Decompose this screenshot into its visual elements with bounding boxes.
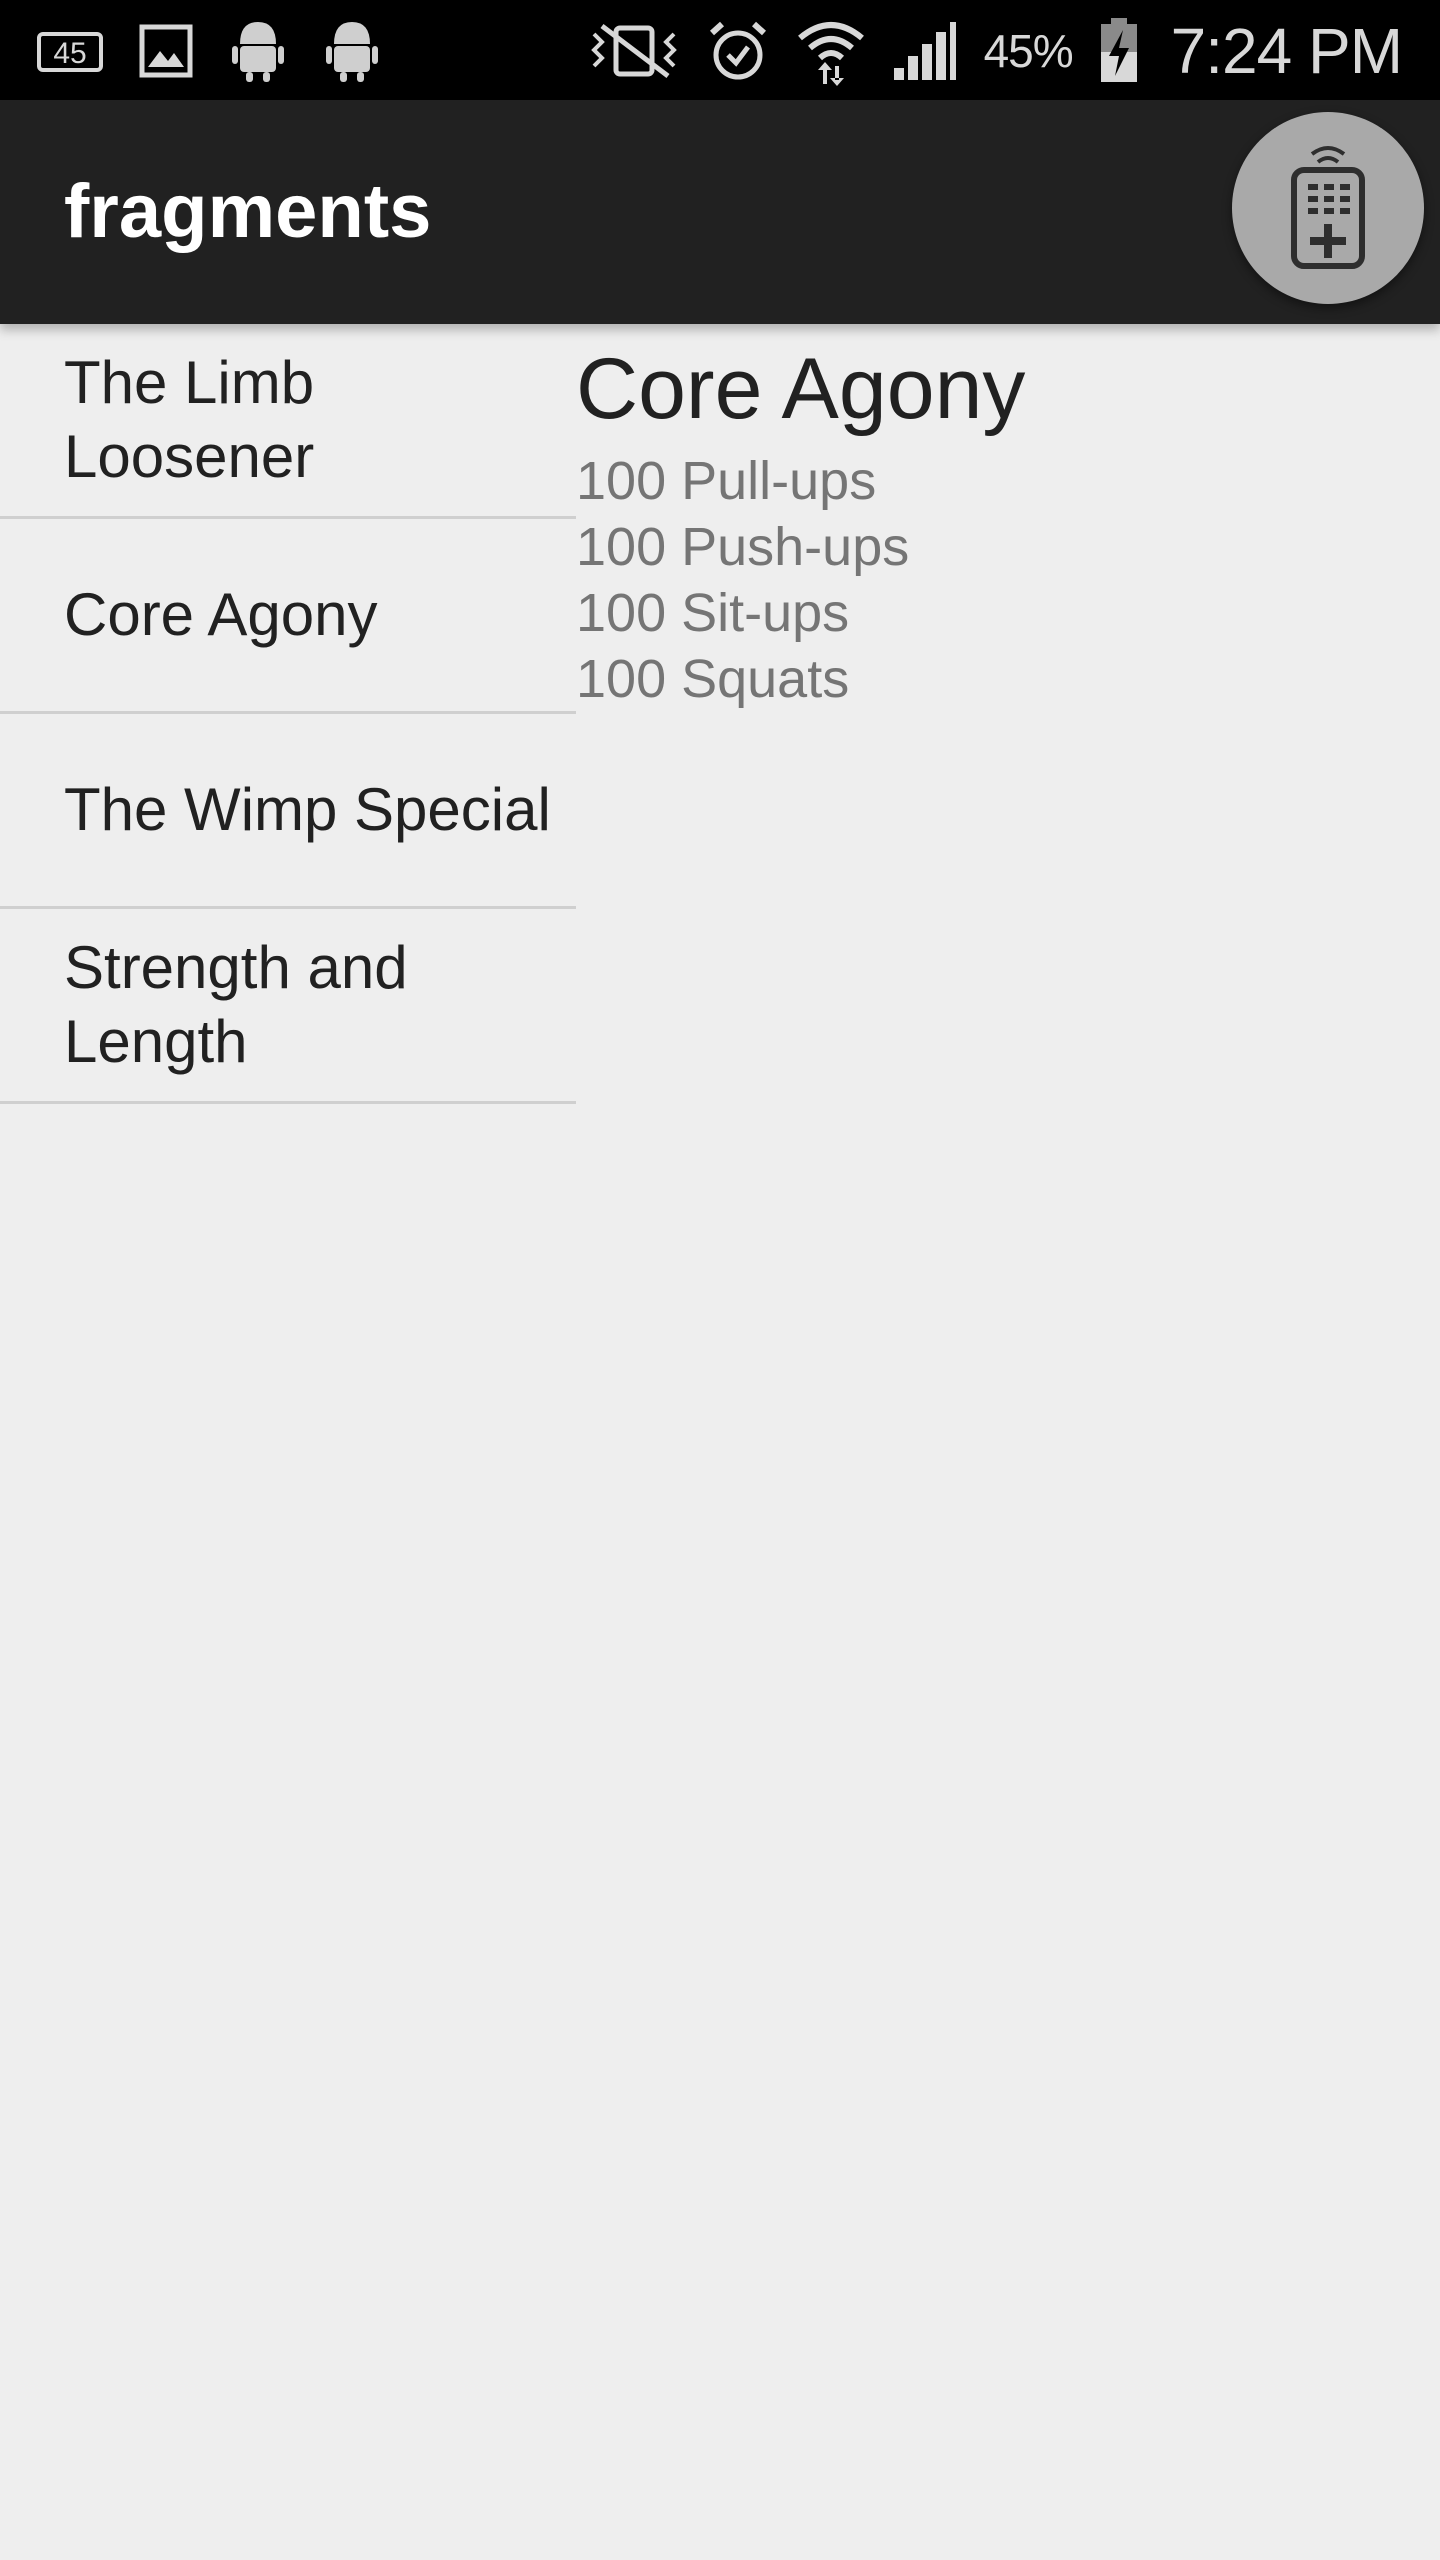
battery-percent: 45% — [983, 25, 1074, 77]
list-item-label: The Wimp Special — [64, 776, 551, 843]
app-title: fragments — [64, 169, 432, 254]
list-item[interactable]: The Limb Loosener — [0, 324, 576, 519]
status-time: 7:24 PM — [1170, 15, 1403, 87]
exercise-line: 100 Squats — [576, 649, 850, 709]
workout-list: The Limb Loosener Core Agony The Wimp Sp… — [0, 324, 576, 1104]
list-item[interactable]: Core Agony — [0, 519, 576, 714]
system-icons: 45% 7:24 PM — [588, 12, 1403, 90]
signal-icon — [892, 20, 958, 82]
list-item[interactable]: Strength and Length — [0, 909, 576, 1104]
wifi-icon — [796, 16, 866, 86]
list-item-label: Strength and Length — [64, 934, 408, 1075]
detail-title: Core Agony — [576, 341, 1026, 437]
app-bar: fragments — [0, 100, 1440, 324]
notification-45-icon: 45 — [36, 26, 104, 76]
vibrate-icon — [588, 20, 680, 82]
battery-charging-icon — [1099, 18, 1139, 84]
android-icon — [228, 18, 288, 84]
list-item-label: The Limb Loosener — [64, 349, 315, 490]
exercise-line: 100 Pull-ups — [576, 451, 877, 511]
exercise-line: 100 Sit-ups — [576, 583, 850, 643]
remote-control-button[interactable] — [1232, 112, 1424, 304]
android-icon — [322, 18, 382, 84]
remote-control-icon — [1280, 140, 1376, 277]
list-item[interactable]: The Wimp Special — [0, 714, 576, 909]
svg-text:45: 45 — [53, 37, 86, 70]
notification-icons: 45 — [36, 18, 382, 84]
list-item-label: Core Agony — [64, 581, 378, 648]
gallery-icon — [138, 23, 194, 79]
status-bar: 45 45% 7:24 PM — [0, 0, 1440, 100]
exercise-line: 100 Push-ups — [576, 517, 910, 577]
alarm-icon — [706, 19, 770, 83]
exercise-list: 100 Pull-ups 100 Push-ups 100 Sit-ups 10… — [576, 448, 909, 712]
